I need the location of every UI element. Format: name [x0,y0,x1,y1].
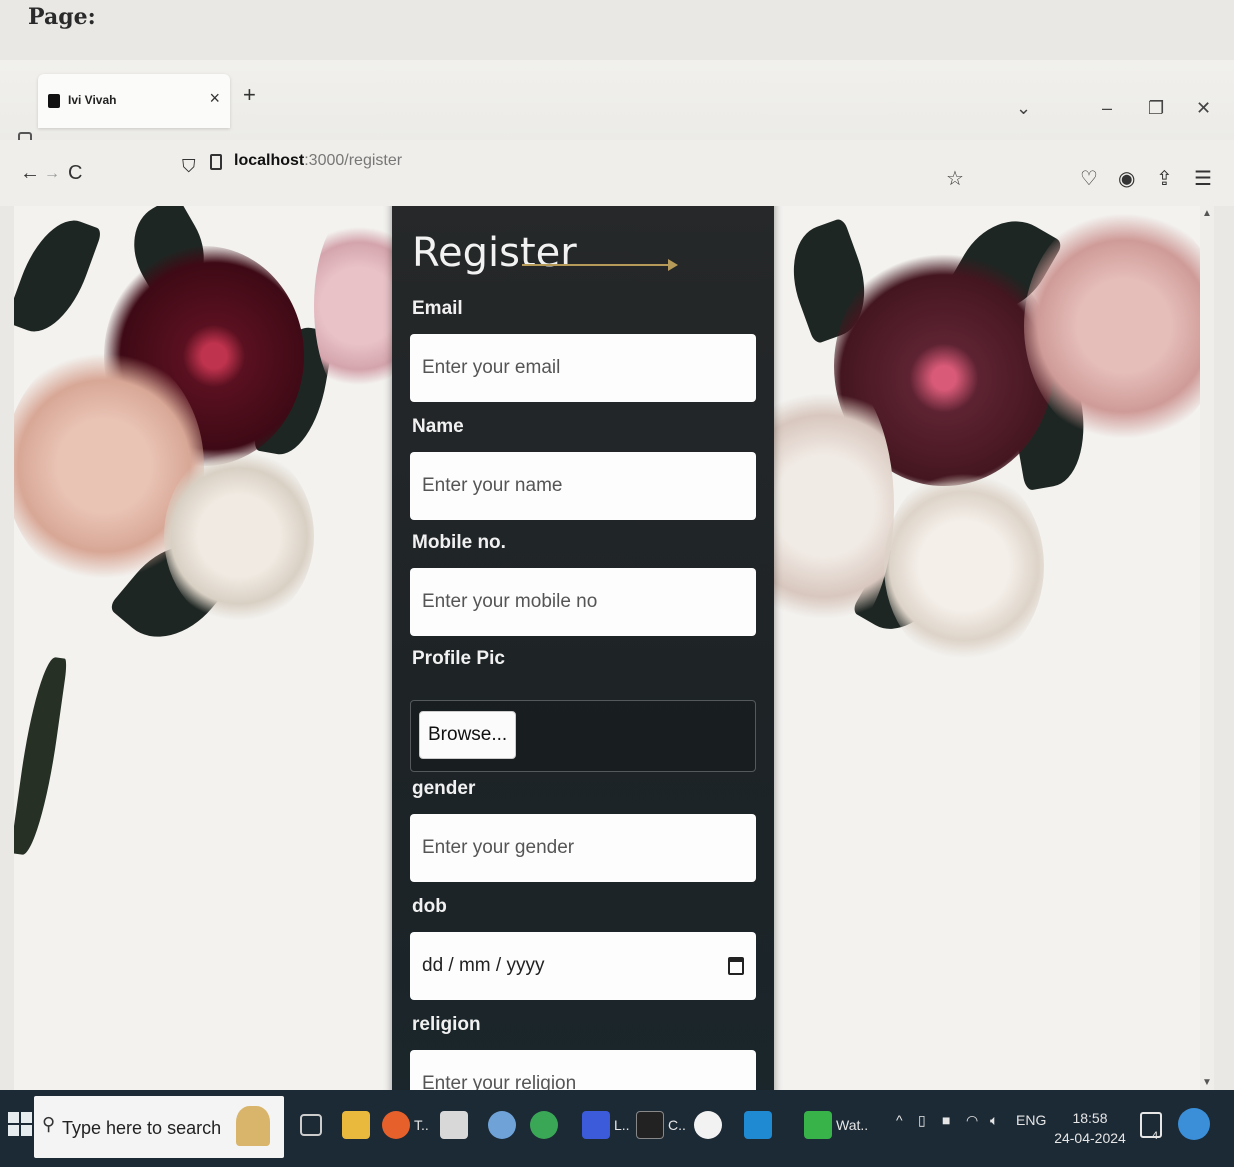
photos-app-icon[interactable] [488,1108,516,1142]
browser-tab-active[interactable]: Ivi Vivah × [38,74,230,128]
decorative-arrow [522,259,678,271]
extensions-icon[interactable]: ⇪ [1156,166,1173,191]
scroll-down-icon[interactable]: ▼ [1202,1077,1212,1088]
profile-pic-file-input[interactable]: Browse... [410,700,756,772]
task-view-icon[interactable] [300,1108,322,1142]
profile-pic-label: Profile Pic [412,648,505,669]
tab-close-icon[interactable]: × [209,88,220,109]
browser-tab-bar: Ivi Vivah × + ⌄ – ❐ ✕ [0,60,1234,146]
forward-button[interactable]: → [44,165,60,183]
whatsapp-app-icon[interactable]: Wat.. [804,1108,868,1142]
mobile-input[interactable] [410,568,756,636]
paper-heading: Page: [28,4,96,30]
account-icon[interactable]: ◉ [1118,166,1135,191]
ide-app-icon[interactable]: L.. [582,1108,630,1142]
pocket-icon[interactable]: ♡ [1080,166,1098,191]
url-path: :3000/register [304,152,403,169]
calendar-icon[interactable] [728,957,744,975]
volume-icon[interactable]: 🔈︎ [990,1112,998,1129]
religion-label: religion [412,1014,481,1035]
vscode-app-icon[interactable] [744,1108,772,1142]
restore-button[interactable]: ❐ [1148,98,1164,119]
mobile-label: Mobile no. [412,532,506,553]
firefox-app-label: T.. [414,1117,429,1133]
scroll-up-icon[interactable]: ▲ [1202,208,1212,219]
clock-time: 18:58 [1072,1110,1108,1126]
language-indicator[interactable]: ENG [1016,1112,1046,1128]
register-card: Register Email Name Mobile no. Profile P… [392,206,774,1090]
register-title: Register [412,230,577,276]
user-avatar-icon[interactable] [1178,1108,1210,1140]
page-viewport: Register Email Name Mobile no. Profile P… [14,206,1214,1090]
email-input[interactable] [410,334,756,402]
back-button[interactable]: ← [20,162,40,185]
ide-app-label: L.. [614,1117,630,1133]
tab-title: Ivi Vivah [68,93,117,107]
notification-center-icon[interactable] [1140,1112,1162,1138]
page-scrollbar[interactable]: ▲ ▼ [1200,206,1214,1090]
tab-list-dropdown-icon[interactable]: ⌄ [1016,98,1031,119]
terminal-app-label: C.. [668,1117,686,1133]
opera-app-icon[interactable] [694,1108,722,1142]
dob-value: dd / mm / yyyy [422,955,545,976]
browser-nav-bar: ← → C ⛉ localhost:3000/register ☆ ♡ ◉ ⇪ … [0,140,1234,206]
dob-label: dob [412,896,447,917]
menu-hamburger-icon[interactable]: ☰ [1194,166,1212,191]
religion-input[interactable] [410,1050,756,1090]
chrome-app-icon[interactable] [530,1108,558,1142]
url-host: localhost [234,152,305,169]
notification-count: 4 [1152,1130,1159,1142]
gender-label: gender [412,778,476,799]
battery-icon[interactable]: ▯ [918,1112,926,1129]
firefox-app-icon[interactable]: T.. [382,1108,429,1142]
whatsapp-app-label: Wat.. [836,1117,869,1133]
name-input[interactable] [410,452,756,520]
tracking-shield-icon[interactable]: ⛉ [182,156,196,177]
email-label: Email [412,298,463,319]
search-icon: ⚲ [42,1114,56,1134]
clock-date: 24-04-2024 [1054,1130,1126,1146]
windows-taskbar: ⚲ Type here to search T.. L.. C.. Wat.. … [0,1090,1234,1167]
name-label: Name [412,416,464,437]
windows-start-icon[interactable] [8,1112,34,1138]
reload-button[interactable]: C [68,162,82,185]
taskbar-search-box[interactable]: ⚲ Type here to search [34,1096,284,1158]
close-window-button[interactable]: ✕ [1196,98,1211,119]
address-bar[interactable]: localhost:3000/register [234,152,402,170]
new-tab-button[interactable]: + [243,82,256,108]
minimize-button[interactable]: – [1102,98,1112,119]
file-explorer-icon[interactable] [342,1108,370,1142]
tray-overflow-icon[interactable]: ^ [896,1112,903,1128]
calendar-app-icon[interactable] [440,1108,468,1142]
wifi-icon[interactable]: ◠ [966,1112,978,1129]
dob-date-input[interactable]: dd / mm / yyyy [410,932,756,1000]
browse-button[interactable]: Browse... [419,711,517,759]
taskbar-clock[interactable]: 18:58 24-04-2024 [1050,1108,1130,1148]
terminal-app-icon[interactable]: C.. [636,1108,686,1142]
favicon-icon [48,94,60,108]
search-highlight-illustration-icon [236,1106,270,1146]
bookmark-star-icon[interactable]: ☆ [946,166,964,191]
search-placeholder: Type here to search [62,1118,222,1138]
tray-app-icon[interactable]: ■ [942,1112,950,1128]
page-info-icon[interactable] [210,154,222,170]
gender-input[interactable] [410,814,756,882]
